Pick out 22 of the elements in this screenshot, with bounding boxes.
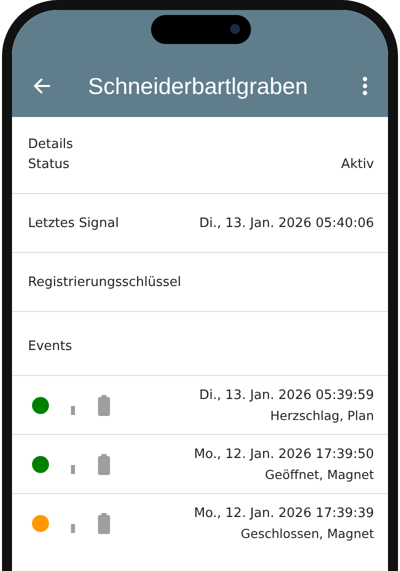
screen-title: Schneiderbartlgraben [88,72,309,100]
signal-icon [71,524,75,532]
event-description: Herzschlag, Plan [270,408,374,422]
detail-value: Aktiv [341,157,374,172]
signal-icon [71,406,75,414]
event-description: Geöffnet, Magnet [265,466,374,482]
battery-icon [98,394,110,416]
detail-label: Registrierungsschlüssel [28,274,182,290]
detail-value: Di., 13. Jan. 2026 05:40:06 [199,216,374,230]
event-time: Di., 13. Jan. 2026 05:39:59 [199,388,374,402]
back-arrow-icon [32,76,52,96]
detail-label: Letztes Signal [28,216,119,230]
detail-label: Status [28,157,70,172]
section-heading: Details [27,136,74,153]
battery-icon [98,454,110,474]
event-description: Geschlossen, Magnet [240,526,374,540]
more-icon [362,76,368,96]
signal-icon [71,464,75,474]
section-heading: Events [12,311,388,375]
battery-icon [98,512,110,534]
event-time: Mo., 12. Jan. 2026 17:39:50 [194,446,374,462]
event-time: Mo., 12. Jan. 2026 17:39:39 [194,506,374,520]
